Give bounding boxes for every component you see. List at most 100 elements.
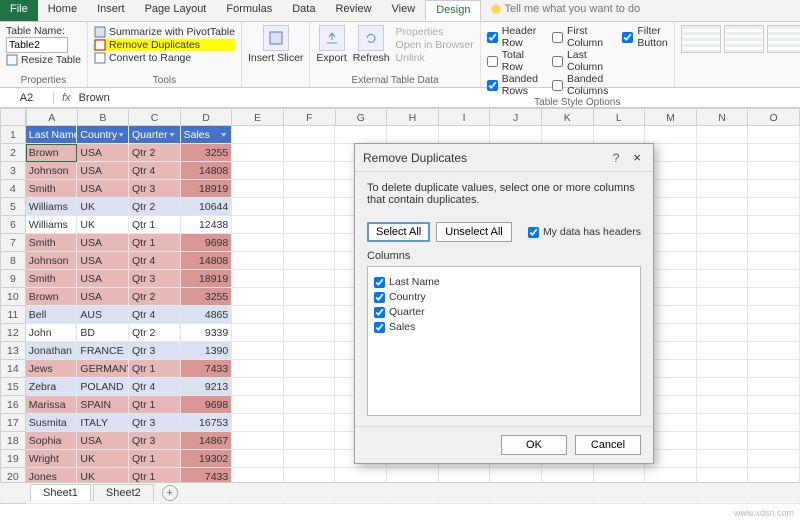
chk-my-data-headers[interactable]: My data has headers: [528, 226, 641, 238]
cell[interactable]: Bell: [26, 306, 78, 324]
cell[interactable]: [284, 270, 336, 288]
row-header[interactable]: 2: [0, 144, 26, 162]
cell[interactable]: [284, 288, 336, 306]
cell[interactable]: Qtr 1: [129, 360, 181, 378]
cell[interactable]: Qtr 3: [129, 180, 181, 198]
cell[interactable]: 9698: [181, 234, 233, 252]
cell[interactable]: [232, 306, 284, 324]
cell[interactable]: [748, 288, 800, 306]
table-header-cell[interactable]: Last Name: [26, 126, 78, 144]
cell[interactable]: Williams: [26, 198, 78, 216]
cell[interactable]: Qtr 2: [129, 324, 181, 342]
cell[interactable]: [697, 162, 749, 180]
tab-file[interactable]: File: [0, 0, 38, 21]
tab-data[interactable]: Data: [282, 0, 325, 21]
cell[interactable]: [232, 324, 284, 342]
cell[interactable]: [284, 414, 336, 432]
cell[interactable]: [748, 342, 800, 360]
cell[interactable]: 14867: [181, 432, 233, 450]
cell[interactable]: 12438: [181, 216, 233, 234]
cell[interactable]: FRANCE: [77, 342, 129, 360]
cell[interactable]: [697, 324, 749, 342]
cell[interactable]: [697, 288, 749, 306]
summarize-pivot[interactable]: Summarize with PivotTable: [94, 26, 235, 38]
col-header[interactable]: A: [26, 108, 78, 126]
cell[interactable]: [232, 432, 284, 450]
cell[interactable]: [748, 396, 800, 414]
cell[interactable]: [697, 414, 749, 432]
cell[interactable]: [697, 378, 749, 396]
cell[interactable]: SPAIN: [77, 396, 129, 414]
cell[interactable]: ITALY: [77, 414, 129, 432]
cell[interactable]: [697, 432, 749, 450]
cell[interactable]: [284, 432, 336, 450]
row-header[interactable]: 15: [0, 378, 26, 396]
cell[interactable]: 18919: [181, 270, 233, 288]
cell[interactable]: [284, 144, 336, 162]
tab-home[interactable]: Home: [38, 0, 87, 21]
cell[interactable]: [748, 414, 800, 432]
cell[interactable]: Wright: [26, 450, 78, 468]
chk-last-col[interactable]: Last Column: [552, 49, 608, 73]
col-header[interactable]: K: [542, 108, 594, 126]
table-styles-gallery[interactable]: [681, 25, 800, 53]
cell[interactable]: [697, 144, 749, 162]
row-header[interactable]: 5: [0, 198, 26, 216]
cell[interactable]: [284, 378, 336, 396]
cell[interactable]: 7433: [181, 360, 233, 378]
cell[interactable]: Susmita: [26, 414, 78, 432]
cell[interactable]: [748, 126, 800, 144]
cell[interactable]: Qtr 4: [129, 252, 181, 270]
row-header[interactable]: 7: [0, 234, 26, 252]
cell[interactable]: [439, 126, 491, 144]
cell[interactable]: [284, 360, 336, 378]
col-header[interactable]: D: [181, 108, 233, 126]
cell[interactable]: Jonathan: [26, 342, 78, 360]
cell[interactable]: 14808: [181, 162, 233, 180]
cell[interactable]: [697, 198, 749, 216]
cell[interactable]: [232, 396, 284, 414]
tab-page-layout[interactable]: Page Layout: [135, 0, 217, 21]
formula-value[interactable]: Brown: [79, 92, 800, 104]
cell[interactable]: USA: [77, 234, 129, 252]
chk-first-col[interactable]: First Column: [552, 25, 608, 49]
cell[interactable]: [697, 234, 749, 252]
cell[interactable]: [232, 180, 284, 198]
row-header[interactable]: 16: [0, 396, 26, 414]
cell[interactable]: Qtr 2: [129, 288, 181, 306]
cell[interactable]: 3255: [181, 288, 233, 306]
row-header[interactable]: 13: [0, 342, 26, 360]
refresh[interactable]: Refresh: [353, 25, 390, 65]
fx-icon[interactable]: fx: [54, 92, 79, 104]
cell[interactable]: [748, 198, 800, 216]
cell[interactable]: [748, 306, 800, 324]
chk-filter-button[interactable]: Filter Button: [622, 25, 667, 49]
cell[interactable]: 18919: [181, 180, 233, 198]
cell[interactable]: [490, 126, 542, 144]
column-checkbox[interactable]: Sales: [374, 321, 634, 333]
cell[interactable]: Qtr 1: [129, 396, 181, 414]
cell[interactable]: Qtr 1: [129, 234, 181, 252]
cell[interactable]: [232, 378, 284, 396]
cell[interactable]: [284, 216, 336, 234]
cell[interactable]: [232, 126, 284, 144]
cell[interactable]: [284, 306, 336, 324]
cell[interactable]: [697, 306, 749, 324]
col-header[interactable]: E: [232, 108, 284, 126]
cell[interactable]: [748, 270, 800, 288]
cell[interactable]: [232, 144, 284, 162]
col-header[interactable]: N: [697, 108, 749, 126]
style-swatch[interactable]: [724, 25, 764, 53]
cell[interactable]: Brown: [26, 288, 78, 306]
cell[interactable]: Qtr 3: [129, 414, 181, 432]
cell[interactable]: [697, 270, 749, 288]
column-checkbox[interactable]: Last Name: [374, 276, 634, 288]
name-box[interactable]: A2: [0, 92, 54, 104]
cell[interactable]: [748, 180, 800, 198]
tab-design[interactable]: Design: [425, 0, 481, 21]
cell[interactable]: Johnson: [26, 252, 78, 270]
export[interactable]: Export: [316, 25, 346, 65]
cell[interactable]: Jews: [26, 360, 78, 378]
cell[interactable]: [232, 234, 284, 252]
cell[interactable]: Marissa: [26, 396, 78, 414]
